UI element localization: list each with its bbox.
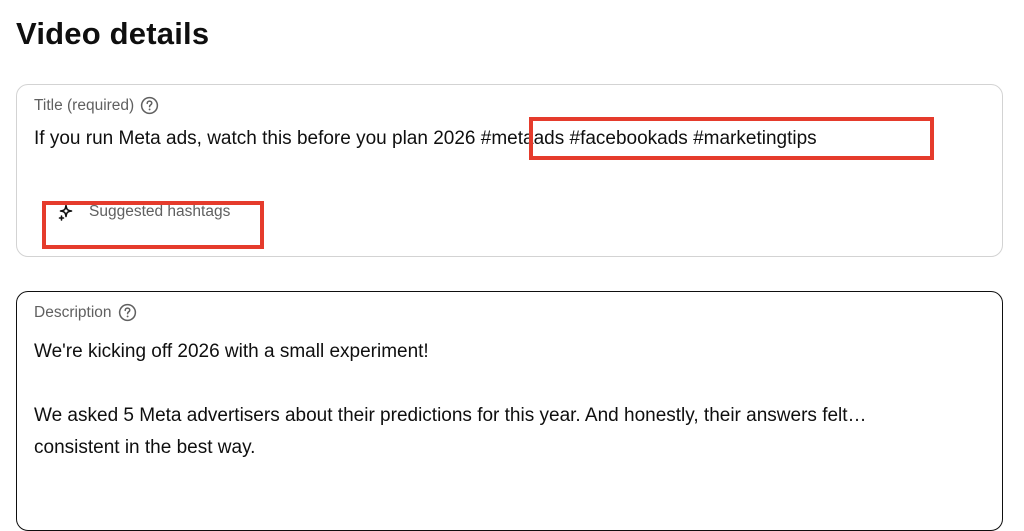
question-circle-icon[interactable] [118,303,137,322]
page-title: Video details [16,16,210,51]
description-label: Description [34,303,112,321]
title-field[interactable]: Title (required) If you run Meta ads, wa… [16,84,1003,257]
title-label-row: Title (required) [34,96,159,115]
description-field[interactable]: Description We're kicking off 2026 with … [16,291,1003,531]
suggested-hashtags-highlight-box [42,201,264,249]
description-line: We asked 5 Meta advertisers about their … [34,405,867,426]
title-text-main: If you run Meta ads, watch this before y… [34,128,476,149]
question-circle-icon[interactable] [140,96,159,115]
description-label-row: Description [34,303,137,322]
description-line: consistent in the best way. [34,437,256,458]
title-label: Title (required) [34,96,135,114]
hashtags-highlight-box [529,117,934,160]
description-input[interactable]: We're kicking off 2026 with a small expe… [34,336,867,464]
description-line: We're kicking off 2026 with a small expe… [34,341,429,362]
